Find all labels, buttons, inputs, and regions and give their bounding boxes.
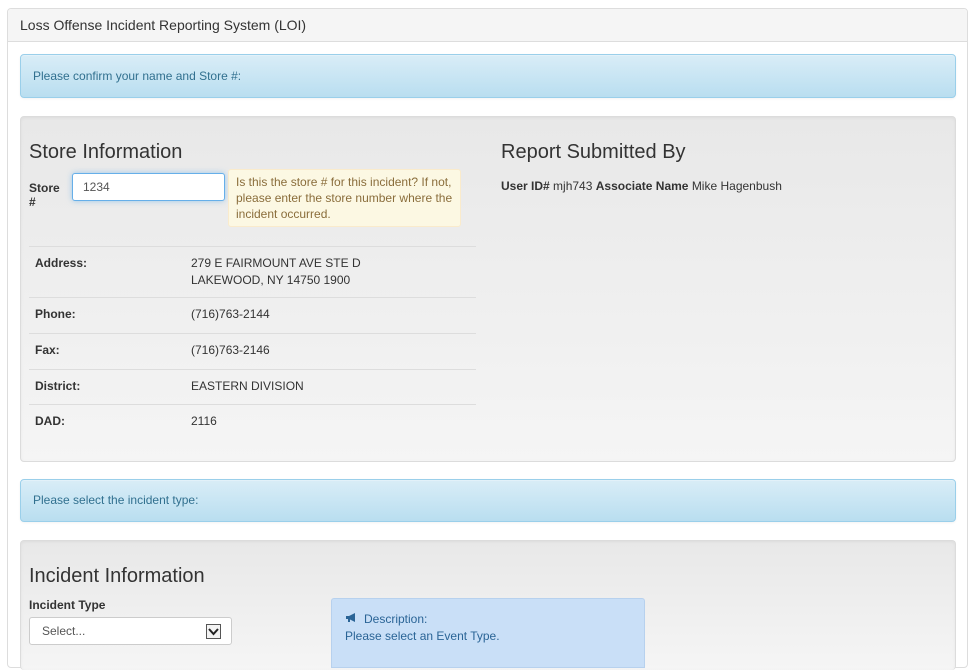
dad-label: DAD: [29, 404, 185, 440]
store-number-tooltip: Is this the store # for this incident? I… [228, 169, 461, 227]
address-line-2: LAKEWOOD, NY 14750 1900 [191, 273, 351, 287]
report-submitted-heading: Report Submitted By [501, 141, 686, 163]
district-value: EASTERN DIVISION [185, 369, 476, 405]
confirm-alert-text: Please confirm your name and Store #: [33, 69, 242, 83]
address-value: 279 E FAIRMOUNT AVE STE D LAKEWOOD, NY 1… [185, 246, 476, 298]
fax-label: Fax: [29, 333, 185, 370]
table-row: Phone: (716)763-2144 [29, 297, 476, 334]
user-id-label: User ID# [501, 179, 550, 193]
store-details-table: Address: 279 E FAIRMOUNT AVE STE D LAKEW… [29, 246, 476, 440]
chevron-down-icon[interactable] [206, 624, 221, 639]
store-number-label: Store # [29, 181, 60, 209]
confirm-alert: Please confirm your name and Store #: [20, 54, 956, 98]
incident-type-select[interactable]: Select... [29, 617, 232, 645]
incident-type-selected: Select... [42, 624, 86, 638]
incident-type-label: Incident Type [29, 598, 106, 612]
address-label: Address: [29, 246, 185, 298]
main-panel: Loss Offense Incident Reporting System (… [7, 8, 968, 670]
incident-type-alert: Please select the incident type: [20, 479, 956, 522]
associate-name-value: Mike Hagenbush [691, 179, 782, 193]
table-row: District: EASTERN DIVISION [29, 369, 476, 405]
store-information-section: Store Information Store # Is this the st… [20, 116, 956, 462]
submitter-info: User ID# mjh743 Associate Name Mike Hage… [501, 179, 782, 193]
table-row: Address: 279 E FAIRMOUNT AVE STE D LAKEW… [29, 246, 476, 298]
store-number-input[interactable] [72, 173, 225, 201]
phone-value: (716)763-2144 [185, 297, 476, 334]
description-box: Description: Please select an Event Type… [331, 598, 645, 668]
incident-type-alert-text: Please select the incident type: [33, 493, 199, 507]
table-row: DAD: 2116 [29, 404, 476, 440]
address-line-1: 279 E FAIRMOUNT AVE STE D [191, 256, 361, 270]
megaphone-icon [345, 611, 358, 628]
associate-name-label: Associate Name [595, 179, 689, 193]
fax-value: (716)763-2146 [185, 333, 476, 370]
incident-information-heading: Incident Information [29, 565, 205, 587]
description-title: Description: [364, 612, 428, 626]
district-label: District: [29, 369, 185, 405]
description-text: Please select an Event Type. [345, 629, 500, 643]
table-row: Fax: (716)763-2146 [29, 333, 476, 370]
description-title-row: Description: [345, 611, 631, 628]
app-title: Loss Offense Incident Reporting System (… [8, 9, 967, 42]
phone-label: Phone: [29, 297, 185, 334]
store-information-heading: Store Information [29, 141, 183, 163]
incident-information-section: Incident Information Incident Type Selec… [20, 540, 956, 670]
dad-value: 2116 [185, 404, 476, 440]
user-id-value: mjh743 [553, 179, 593, 193]
